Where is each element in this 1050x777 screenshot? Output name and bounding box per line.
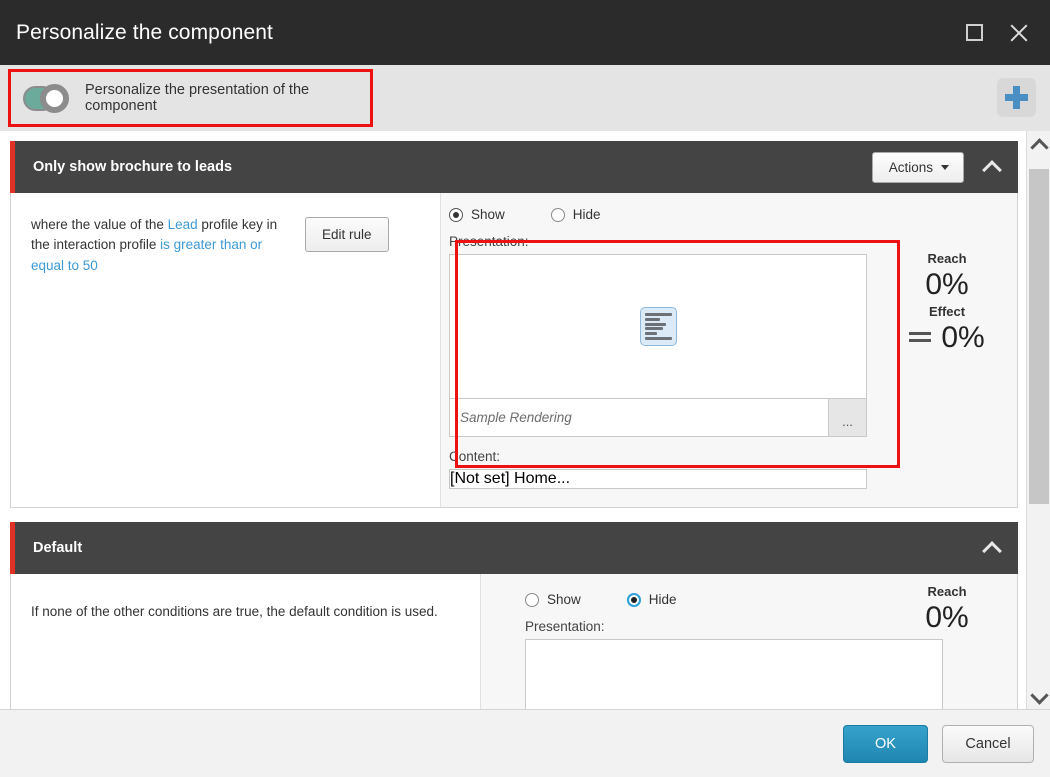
- collapse-toggle-rule[interactable]: [982, 157, 1002, 177]
- rule-text-part1: where the value of the: [31, 217, 168, 232]
- default-radio-show-label: Show: [547, 592, 581, 607]
- edit-rule-button[interactable]: Edit rule: [305, 217, 389, 252]
- condition-header: Only show brochure to leads Actions: [10, 141, 1018, 193]
- default-presentation-preview[interactable]: [525, 639, 943, 709]
- presentation-browse-button[interactable]: ...: [828, 399, 866, 436]
- personalize-toggle-label: Personalize the presentation of the comp…: [85, 82, 310, 114]
- rule-link-profile-key[interactable]: Lead: [168, 217, 198, 232]
- personalize-component-dialog: Personalize the component Personalize th…: [0, 0, 1050, 777]
- radio-show-label: Show: [471, 207, 505, 222]
- equals-icon: [909, 331, 932, 344]
- collapse-toggle-default[interactable]: [982, 538, 1002, 558]
- metrics-panel-rule: Reach 0% Effect 0%: [887, 251, 1007, 356]
- default-radio-hide[interactable]: Hide: [626, 592, 677, 607]
- actions-button[interactable]: Actions: [871, 151, 964, 183]
- conditions-list: Only show brochure to leads Actions wher…: [0, 131, 1026, 709]
- scroll-up-icon[interactable]: [1027, 131, 1050, 157]
- content-browse-button[interactable]: ...: [557, 470, 570, 488]
- content-input-row: [Not set] Home ...: [449, 469, 867, 489]
- page-title: Personalize the component: [16, 20, 273, 44]
- default-reach-label: Reach: [927, 584, 967, 599]
- ok-button[interactable]: OK: [843, 724, 928, 763]
- default-body: If none of the other conditions are true…: [10, 574, 1018, 709]
- maximize-icon: [965, 24, 983, 41]
- effect-row: 0%: [887, 319, 1007, 357]
- radio-hide[interactable]: Hide: [550, 207, 601, 222]
- document-lines-icon: [639, 307, 677, 346]
- default-radio-hide-label: Hide: [648, 592, 677, 607]
- content-label: Content:: [449, 449, 501, 464]
- default-radio-show[interactable]: Show: [525, 592, 581, 607]
- default-presentation-panel: Show Hide Presentation: Reach 0%: [481, 574, 1017, 709]
- rule-panel: where the value of the Lead profile key …: [11, 193, 441, 507]
- scrollbar-thumb[interactable]: [1029, 169, 1049, 504]
- personalize-toggle[interactable]: [23, 83, 69, 113]
- presentation-panel: Show Hide Presentation: Sample Rendering…: [441, 193, 1017, 507]
- radio-show[interactable]: Show: [449, 207, 505, 222]
- effect-value: 0%: [941, 320, 985, 354]
- rule-description: where the value of the Lead profile key …: [31, 215, 291, 276]
- title-bar: Personalize the component: [0, 0, 1050, 65]
- toolbar: Personalize the presentation of the comp…: [0, 65, 1050, 131]
- default-radio-hide-dot: [626, 592, 641, 607]
- window-controls: [952, 0, 1050, 65]
- scroll-down-icon[interactable]: [1027, 683, 1050, 709]
- show-hide-radio-group: Show Hide: [449, 207, 1017, 222]
- condition-title: Only show brochure to leads: [33, 159, 233, 175]
- default-description: If none of the other conditions are true…: [31, 604, 438, 619]
- presentation-value[interactable]: Sample Rendering: [450, 399, 828, 436]
- dialog-footer: OK Cancel: [0, 709, 1050, 777]
- cancel-button[interactable]: Cancel: [942, 724, 1034, 763]
- reach-label: Reach: [927, 251, 967, 266]
- condition-body: where the value of the Lead profile key …: [10, 193, 1018, 508]
- conditions-scroll-viewport: Only show brochure to leads Actions wher…: [0, 131, 1026, 709]
- presentation-label: Presentation:: [449, 234, 529, 249]
- default-description-panel: If none of the other conditions are true…: [11, 574, 481, 709]
- presentation-preview[interactable]: [449, 254, 867, 399]
- default-reach-value: 0%: [925, 601, 969, 634]
- condition-card-rule: Only show brochure to leads Actions wher…: [10, 141, 1018, 508]
- default-title: Default: [33, 540, 83, 556]
- reach-value: 0%: [925, 268, 969, 301]
- radio-hide-dot: [550, 207, 565, 222]
- plus-icon: [1005, 86, 1028, 109]
- actions-button-label: Actions: [888, 159, 933, 175]
- condition-card-default: Default If none of the other conditions …: [10, 522, 1018, 709]
- default-radio-show-dot: [525, 592, 539, 607]
- add-condition-button[interactable]: [997, 78, 1036, 117]
- close-button[interactable]: [996, 0, 1040, 65]
- close-icon: [1008, 23, 1028, 43]
- presentation-input-row: Sample Rendering ...: [449, 399, 867, 437]
- chevron-down-icon: [941, 164, 949, 170]
- radio-show-dot: [449, 207, 463, 222]
- effect-label: Effect: [928, 303, 966, 319]
- vertical-scrollbar[interactable]: [1026, 131, 1050, 709]
- maximize-button[interactable]: [952, 0, 996, 65]
- default-header: Default: [10, 522, 1018, 574]
- metrics-panel-default: Reach 0%: [887, 584, 1007, 637]
- personalize-toggle-row[interactable]: Personalize the presentation of the comp…: [8, 69, 373, 127]
- content-value[interactable]: [Not set] Home: [450, 470, 557, 488]
- toggle-knob: [40, 83, 69, 113]
- radio-hide-label: Hide: [572, 207, 601, 222]
